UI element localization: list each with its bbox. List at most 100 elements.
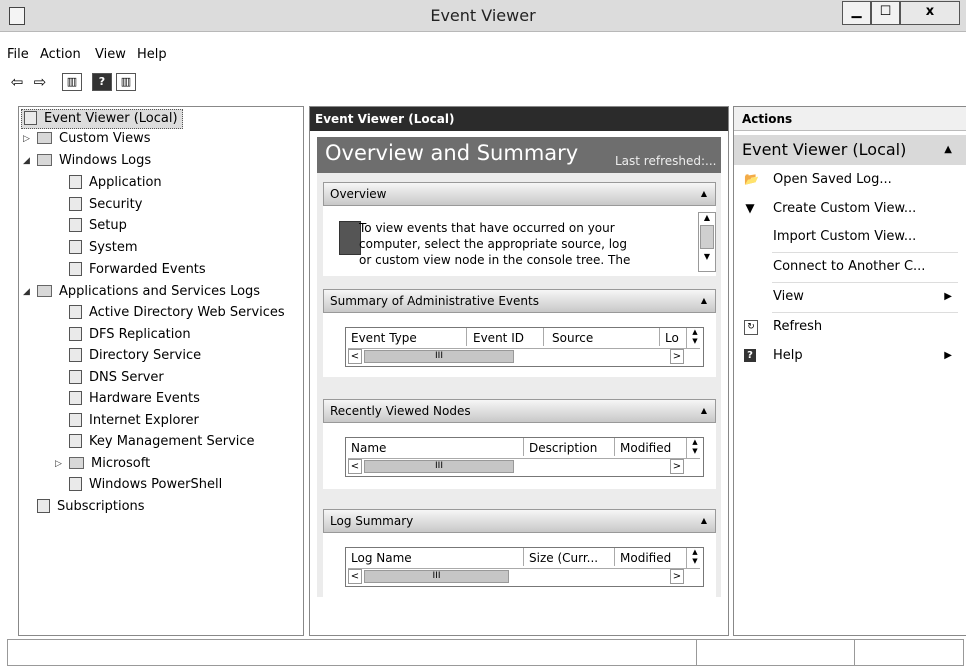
forward-icon[interactable]: ⇨ — [30, 73, 50, 91]
scroll-right-icon[interactable]: > — [670, 569, 684, 584]
col-log-name[interactable]: Log Name — [351, 551, 412, 565]
log-icon — [69, 197, 82, 211]
collapse-icon[interactable]: ▲ — [944, 135, 952, 165]
tree-item-custom-views[interactable]: Custom Views — [37, 129, 151, 149]
tree-item-event-viewer-local[interactable]: Event Viewer (Local) — [21, 109, 183, 129]
col-size[interactable]: Size (Curr... — [529, 551, 598, 565]
status-bar — [7, 639, 964, 666]
spin-icon[interactable]: ▲ ▼ — [686, 438, 703, 458]
action-help[interactable]: ? Help ▶ — [734, 342, 966, 370]
maximize-button[interactable]: ☐ — [871, 1, 900, 25]
col-modified[interactable]: Modified — [620, 441, 671, 455]
col-event-type[interactable]: Event Type — [351, 331, 417, 345]
col-name[interactable]: Name — [351, 441, 386, 455]
summary-grid[interactable]: Event Type Event ID Source Lo ▲ ▼ < III > — [345, 327, 704, 367]
folder-icon — [37, 132, 52, 144]
action-connect-to-another-computer[interactable]: Connect to Another C... — [734, 253, 966, 281]
tree-item-setup[interactable]: Setup — [69, 216, 127, 236]
menu-file[interactable]: File — [7, 47, 29, 62]
back-icon[interactable]: ⇦ — [7, 73, 27, 91]
tree-item-forwarded-events[interactable]: Forwarded Events — [69, 260, 206, 280]
recent-grid[interactable]: Name Description Modified ▲ ▼ < III > — [345, 437, 704, 477]
window-title: Event Viewer — [430, 6, 536, 25]
tree-item-security[interactable]: Security — [69, 195, 142, 215]
tree-item-dfs-replication[interactable]: DFS Replication — [69, 325, 191, 345]
tree-item-hardware-events[interactable]: Hardware Events — [69, 389, 200, 409]
scroll-right-icon[interactable]: > — [670, 349, 684, 364]
scroll-left-icon[interactable]: < — [348, 569, 362, 584]
tree-item-subscriptions[interactable]: Subscriptions — [37, 497, 145, 517]
log-icon — [69, 477, 82, 491]
tree-item-application[interactable]: Application — [69, 173, 162, 193]
col-description[interactable]: Description — [529, 441, 597, 455]
overview-text: To view events that have occurred on you… — [359, 221, 631, 267]
collapse-arrow-icon[interactable]: ◢ — [23, 156, 30, 166]
action-create-custom-view[interactable]: ▼ Create Custom View... — [734, 195, 966, 223]
show-hide-action-pane-icon[interactable]: ▥ — [116, 73, 136, 91]
scroll-right-icon[interactable]: > — [670, 459, 684, 474]
section-log-summary-header[interactable]: Log Summary ▲ — [323, 509, 716, 533]
expand-arrow-icon[interactable]: ▷ — [55, 459, 62, 469]
collapse-icon[interactable]: ▲ — [701, 510, 707, 532]
scroll-down-icon[interactable]: ▼ — [699, 252, 715, 261]
spin-icon[interactable]: ▲ ▼ — [686, 548, 703, 568]
scroll-thumb[interactable]: III — [364, 460, 514, 473]
tree-item-key-management-service[interactable]: Key Management Service — [69, 432, 255, 452]
scroll-thumb[interactable] — [700, 225, 714, 249]
close-button[interactable]: x — [900, 1, 960, 25]
log-icon — [69, 218, 82, 232]
help-icon[interactable]: ? — [92, 73, 112, 91]
log-summary-grid[interactable]: Log Name Size (Curr... Modified ▲ ▼ < III… — [345, 547, 704, 587]
action-open-saved-log[interactable]: 📂 Open Saved Log... — [734, 166, 966, 194]
col-log[interactable]: Lo — [665, 331, 679, 345]
action-import-custom-view[interactable]: Import Custom View... — [734, 223, 966, 251]
section-overview-header[interactable]: Overview ▲ — [323, 182, 716, 206]
actions-group-header[interactable]: Event Viewer (Local) ▲ — [734, 135, 966, 165]
menu-help[interactable]: Help — [137, 47, 167, 62]
menu-view[interactable]: View — [95, 47, 126, 62]
scroll-left-icon[interactable]: < — [348, 459, 362, 474]
tree-item-applications-and-services-logs[interactable]: Applications and Services Logs — [37, 282, 260, 302]
horizontal-scrollbar[interactable]: < III > — [348, 458, 700, 474]
col-modified[interactable]: Modified — [620, 551, 671, 565]
help-icon: ? — [744, 349, 756, 362]
log-icon — [69, 262, 82, 276]
scroll-thumb[interactable]: III — [364, 350, 514, 363]
tree-item-microsoft[interactable]: Microsoft — [69, 454, 150, 474]
scroll-thumb[interactable]: III — [364, 570, 509, 583]
center-header: Event Viewer (Local) — [310, 107, 728, 131]
overview-scrollbar[interactable]: ▲ ▼ — [698, 212, 716, 272]
action-refresh[interactable]: ↻ Refresh — [734, 313, 966, 341]
log-icon — [69, 327, 82, 341]
menu-action[interactable]: Action — [40, 47, 81, 62]
scroll-left-icon[interactable]: < — [348, 349, 362, 364]
section-summary-header[interactable]: Summary of Administrative Events ▲ — [323, 289, 716, 313]
col-source[interactable]: Source — [552, 331, 593, 345]
log-icon — [69, 413, 82, 427]
collapse-icon[interactable]: ▲ — [701, 400, 707, 422]
tree-item-windows-powershell[interactable]: Windows PowerShell — [69, 475, 222, 495]
horizontal-scrollbar[interactable]: < III > — [348, 568, 700, 584]
console-tree[interactable]: Event Viewer (Local) ▷ Custom Views ◢ Wi… — [18, 106, 304, 636]
tree-item-system[interactable]: System — [69, 238, 137, 258]
tree-item-ad-web-services[interactable]: Active Directory Web Services — [69, 303, 285, 323]
tree-item-windows-logs[interactable]: Windows Logs — [37, 151, 151, 171]
expand-arrow-icon[interactable]: ▷ — [23, 134, 30, 144]
horizontal-scrollbar[interactable]: < III > — [348, 348, 700, 364]
open-folder-icon: 📂 — [744, 172, 759, 186]
minimize-button[interactable]: ▁ — [842, 1, 871, 25]
tree-item-directory-service[interactable]: Directory Service — [69, 346, 201, 366]
collapse-arrow-icon[interactable]: ◢ — [23, 287, 30, 297]
tree-item-internet-explorer[interactable]: Internet Explorer — [69, 411, 199, 431]
tree-item-dns-server[interactable]: DNS Server — [69, 368, 164, 388]
action-view[interactable]: View ▶ — [734, 283, 966, 311]
log-icon — [69, 348, 82, 362]
collapse-icon[interactable]: ▲ — [701, 290, 707, 312]
collapse-icon[interactable]: ▲ — [701, 183, 707, 205]
section-recent-header[interactable]: Recently Viewed Nodes ▲ — [323, 399, 716, 423]
spin-icon[interactable]: ▲ ▼ — [686, 328, 703, 348]
show-hide-tree-icon[interactable]: ▥ — [62, 73, 82, 91]
scroll-up-icon[interactable]: ▲ — [699, 213, 715, 222]
col-event-id[interactable]: Event ID — [473, 331, 524, 345]
summary-body: Event Type Event ID Source Lo ▲ ▼ < III > — [323, 313, 716, 377]
